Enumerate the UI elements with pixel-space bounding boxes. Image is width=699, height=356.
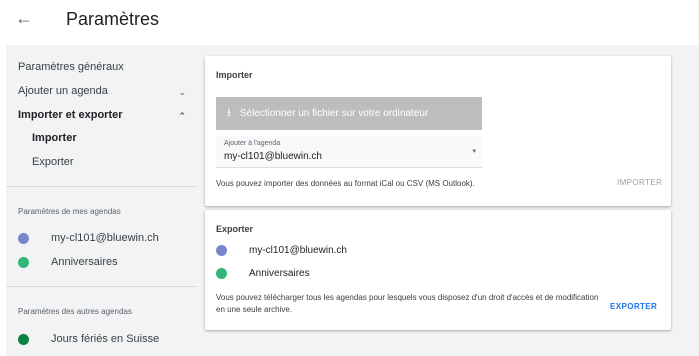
select-file-button[interactable]: ⭳ Sélectionner un fichier sur votre ordi… (216, 97, 482, 130)
calendar-color-dot-icon (216, 245, 227, 256)
dropdown-arrow-icon: ▾ (472, 148, 476, 155)
divider (6, 286, 198, 287)
sidebar-calendar-item[interactable]: Anniversaires (18, 256, 118, 268)
calendar-name: my-cl101@bluewin.ch (51, 232, 159, 244)
sidebar-item-label: Importer et exporter (18, 109, 123, 121)
sidebar-item-add-calendar[interactable]: Ajouter un agenda ⌄ (18, 85, 186, 97)
calendar-color-dot-icon (18, 232, 29, 244)
select-value: my-cl101@bluewin.ch (224, 151, 322, 162)
sidebar-item-import-export[interactable]: Importer et exporter ⌃ (18, 109, 186, 121)
other-calendars-heading: Paramètres des autres agendas (18, 307, 132, 316)
sidebar-item-import[interactable]: Importer (32, 132, 77, 144)
divider (6, 186, 198, 187)
calendar-name: my-cl101@bluewin.ch (249, 245, 347, 256)
chevron-up-icon: ⌃ (178, 111, 186, 121)
sidebar-calendar-item[interactable]: Jours fériés en Suisse (18, 333, 159, 345)
upload-icon: ⭳ (227, 107, 231, 119)
select-label: Ajouter à l'agenda (224, 140, 281, 147)
add-to-calendar-select[interactable]: Ajouter à l'agenda my-cl101@bluewin.ch ▾ (216, 136, 482, 168)
back-arrow-icon[interactable]: ← (12, 6, 36, 30)
calendar-color-dot-icon (18, 333, 29, 345)
main-content: Importer ⭳ Sélectionner un fichier sur v… (198, 45, 699, 356)
sidebar: Paramètres généraux Ajouter un agenda ⌄ … (6, 45, 198, 356)
chevron-down-icon: ⌄ (178, 87, 186, 97)
import-button[interactable]: IMPORTER (617, 178, 662, 187)
calendar-color-dot-icon (216, 268, 227, 279)
header: ← Paramètres (0, 0, 699, 44)
import-note: Vous pouvez importer des données au form… (216, 179, 475, 188)
import-card-title: Importer (216, 70, 253, 80)
export-button[interactable]: EXPORTER (610, 302, 657, 311)
sidebar-item-export[interactable]: Exporter (32, 156, 74, 168)
sidebar-calendar-item[interactable]: my-cl101@bluewin.ch (18, 232, 159, 244)
sidebar-item-general[interactable]: Paramètres généraux (18, 61, 124, 73)
calendar-name: Anniversaires (51, 256, 118, 268)
calendar-name: Jours fériés en Suisse (51, 333, 160, 345)
export-calendar-item: Anniversaires (216, 268, 310, 279)
sidebar-item-label: Ajouter un agenda (18, 85, 108, 97)
export-calendar-item: my-cl101@bluewin.ch (216, 245, 347, 256)
select-file-label: Sélectionner un fichier sur votre ordina… (239, 108, 429, 119)
calendar-color-dot-icon (18, 256, 29, 268)
my-calendars-heading: Paramètres de mes agendas (18, 207, 121, 216)
calendar-name: Anniversaires (249, 268, 310, 279)
export-note: Vous pouvez télécharger tous les agendas… (216, 293, 599, 314)
import-card: Importer ⭳ Sélectionner un fichier sur v… (205, 56, 671, 206)
page-title: Paramètres (66, 9, 160, 29)
export-card-title: Exporter (216, 224, 254, 234)
export-card: Exporter my-cl101@bluewin.ch Anniversair… (205, 210, 671, 330)
